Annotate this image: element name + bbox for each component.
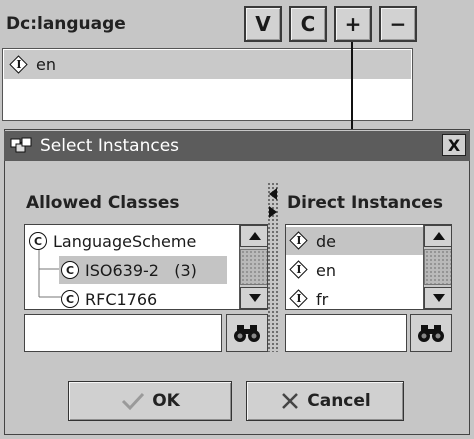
list-item[interactable]: I en: [286, 256, 423, 284]
class-icon: C: [61, 261, 79, 279]
splitter-arrows[interactable]: [267, 186, 279, 222]
arrow-down-icon: [432, 294, 445, 302]
tree-node-iso639-2[interactable]: C ISO639-2 (3): [59, 256, 227, 284]
allowed-classes-tree[interactable]: C LanguageScheme C ISO639-2 (3) C RFC176…: [24, 224, 268, 310]
close-icon: X: [447, 135, 461, 155]
arrow-up-icon: [432, 232, 445, 240]
scroll-thumb[interactable]: [424, 249, 451, 285]
instance-icon: I: [290, 261, 308, 279]
arrow-right-icon: [269, 206, 277, 218]
ok-button-label: OK: [152, 391, 180, 411]
scroll-up-button[interactable]: [240, 225, 267, 247]
classes-find-button[interactable]: [226, 314, 268, 352]
classes-search-input[interactable]: [24, 314, 222, 352]
arrow-down-icon: [248, 294, 261, 302]
allowed-classes-label: Allowed Classes: [26, 193, 180, 213]
instance-icon: I: [10, 56, 28, 74]
list-item-label: en: [316, 260, 336, 280]
scroll-down-button[interactable]: [240, 287, 267, 309]
list-item[interactable]: I de: [286, 227, 423, 255]
list-item-label: en: [36, 55, 56, 74]
scroll-thumb[interactable]: [240, 249, 267, 285]
class-icon: C: [61, 290, 79, 308]
add-button[interactable]: +: [334, 6, 372, 42]
tree-node-label: LanguageScheme: [53, 231, 197, 251]
tree-node-label: RFC1766: [85, 289, 158, 309]
instances-find-button[interactable]: [410, 314, 452, 352]
checkmark-icon: [122, 392, 145, 411]
binoculars-icon: [234, 325, 260, 342]
view-button[interactable]: V: [244, 6, 282, 42]
instances-search-input[interactable]: [285, 314, 407, 352]
create-button[interactable]: C: [289, 6, 327, 42]
instance-icon: I: [290, 290, 308, 308]
remove-button[interactable]: −: [379, 6, 417, 42]
direct-instances-label: Direct Instances: [287, 193, 443, 213]
cancel-button-label: Cancel: [307, 391, 371, 411]
tree-node-rfc1766[interactable]: C RFC1766: [61, 285, 227, 309]
list-item-label: fr: [316, 289, 329, 309]
tree-node-label: ISO639-2 (3): [85, 260, 197, 280]
dialog-app-icon: [10, 137, 32, 153]
binoculars-icon: [418, 325, 444, 342]
instances-scrollbar[interactable]: [423, 225, 451, 309]
arrow-up-icon: [248, 232, 261, 240]
cancel-button[interactable]: Cancel: [246, 381, 404, 421]
dialog-titlebar[interactable]: Select Instances: [4, 131, 470, 161]
tree-node-languagescheme[interactable]: C LanguageScheme: [29, 227, 234, 255]
direct-instances-list[interactable]: I de I en I fr: [285, 224, 452, 310]
dialog-title: Select Instances: [40, 136, 180, 156]
scroll-up-button[interactable]: [424, 225, 451, 247]
slot-title: Dc:language: [6, 14, 126, 34]
scroll-down-button[interactable]: [424, 287, 451, 309]
instance-icon: I: [290, 232, 308, 250]
close-button[interactable]: X: [442, 134, 466, 156]
class-icon: C: [29, 232, 47, 250]
list-item-label: de: [316, 231, 336, 251]
ok-button[interactable]: OK: [68, 381, 232, 421]
list-item[interactable]: I fr: [286, 285, 423, 309]
x-icon: [282, 393, 299, 409]
classes-scrollbar[interactable]: [239, 225, 267, 309]
arrow-left-icon: [269, 188, 277, 200]
